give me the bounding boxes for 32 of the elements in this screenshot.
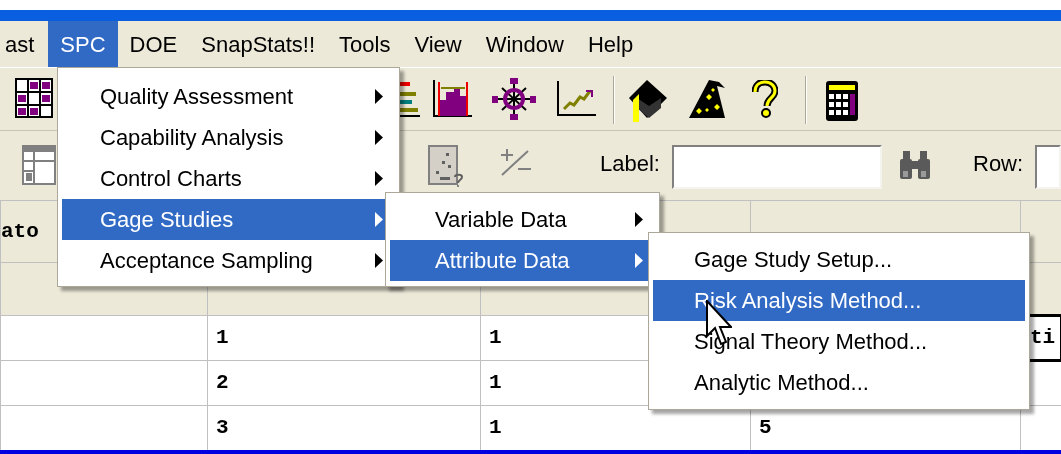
table-cell[interactable] — [0, 315, 208, 361]
wizard-hat-icon[interactable] — [687, 78, 727, 120]
row-input-field[interactable] — [1035, 145, 1061, 189]
menu-bar-item[interactable]: SPC — [48, 21, 118, 67]
menu-item[interactable]: Gage Study Setup... — [653, 239, 1025, 280]
table-cell[interactable]: 2 — [207, 360, 481, 406]
table-cell[interactable]: 1 — [207, 315, 481, 361]
scatter-plot-icon[interactable] — [428, 145, 464, 187]
menu-bar-item[interactable]: Tools — [327, 21, 403, 67]
histogram-icon[interactable] — [432, 80, 472, 118]
help-icon[interactable] — [752, 80, 778, 118]
menu-bar-item[interactable]: Window — [473, 21, 576, 67]
table-icon[interactable] — [22, 145, 56, 185]
menu-bar-item[interactable]: SnapStats!! — [189, 21, 328, 67]
column-header: ato — [1, 219, 39, 243]
menu-item[interactable]: Control Charts — [62, 158, 395, 199]
line-chart-icon[interactable] — [556, 81, 596, 117]
calculator-icon[interactable] — [825, 80, 859, 122]
binoculars-icon[interactable] — [898, 149, 932, 181]
grid-icon[interactable] — [15, 78, 53, 118]
label-input-field[interactable] — [672, 145, 882, 189]
menu-item[interactable]: Capability Analysis — [62, 117, 395, 158]
table-cell[interactable] — [0, 360, 208, 406]
menu-bar-item[interactable]: ast — [0, 21, 49, 67]
network-icon[interactable] — [492, 78, 536, 120]
field-label: Row: — [973, 153, 1024, 175]
menu-bar-item[interactable]: Help — [575, 21, 646, 67]
graduation-cap-icon[interactable] — [627, 78, 669, 124]
field-label: Label: — [600, 153, 660, 175]
plus-minus-icon[interactable] — [500, 147, 532, 177]
menu-bar-item[interactable]: DOE — [117, 21, 190, 67]
menu-bar-item[interactable]: View — [402, 21, 474, 67]
